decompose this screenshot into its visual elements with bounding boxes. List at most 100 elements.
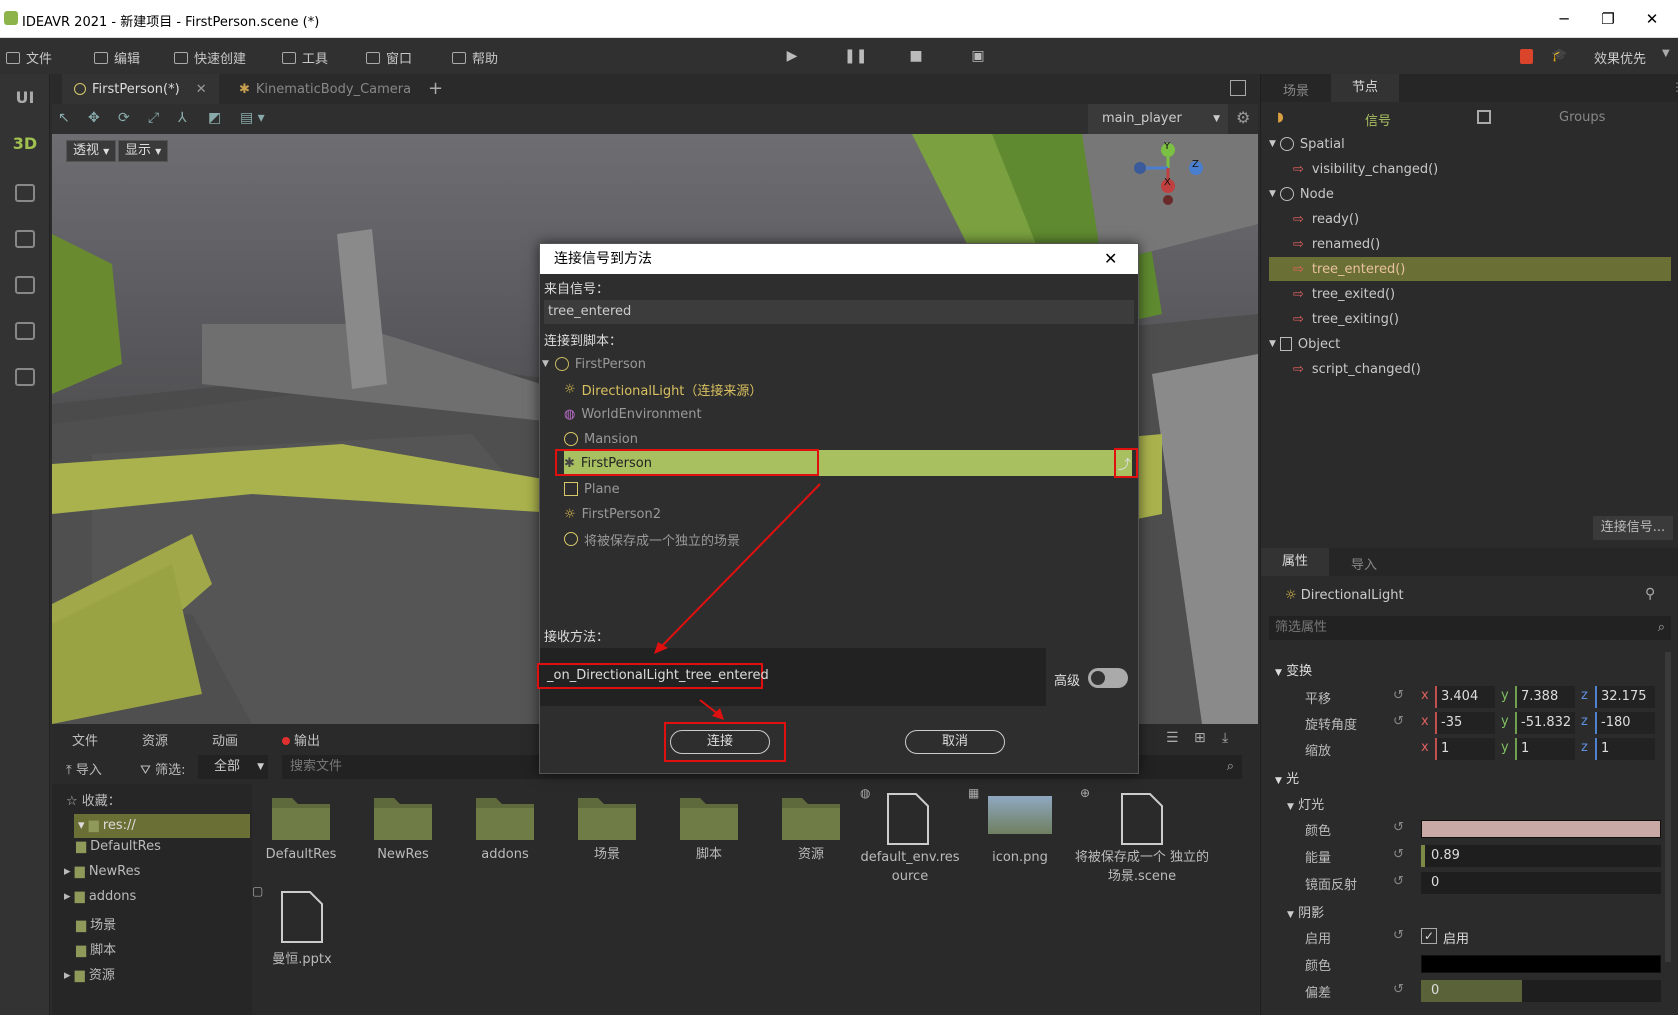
- snap-icon[interactable]: ◩: [208, 110, 221, 126]
- local-space-icon[interactable]: ⅄: [178, 110, 187, 126]
- section-transform[interactable]: ▼ 变换: [1275, 660, 1312, 679]
- scale-y[interactable]: 1: [1515, 738, 1575, 760]
- signal-renamed[interactable]: ⇨ renamed(): [1293, 232, 1678, 256]
- import-icon[interactable]: [15, 368, 35, 386]
- restore-button[interactable]: ❐: [1596, 8, 1620, 30]
- tree-node-firstperson2[interactable]: ☼ FirstPerson2: [564, 502, 1124, 526]
- tab-firstperson[interactable]: FirstPerson(*) ✕: [62, 74, 219, 104]
- tab-import[interactable]: 导入: [1351, 554, 1377, 573]
- import-button[interactable]: ⤒ 导入: [66, 759, 102, 778]
- close-window-button[interactable]: ✕: [1640, 8, 1664, 30]
- light-color-swatch[interactable]: [1421, 820, 1661, 838]
- play-icon[interactable]: ▶: [782, 46, 802, 66]
- connect-signal-button[interactable]: 连接信号...: [1593, 516, 1673, 540]
- filter-properties-input[interactable]: 筛选属性 ⌕: [1269, 616, 1671, 640]
- pause-icon[interactable]: ❚❚: [844, 46, 867, 66]
- method-name-input[interactable]: _on_DirectionalLight_tree_entered: [537, 663, 769, 689]
- tab-scene[interactable]: 场景: [1283, 80, 1309, 99]
- tree-node-root[interactable]: ▼ FirstPerson: [542, 352, 1102, 376]
- tree-node-world-environment[interactable]: ◍ WorldEnvironment: [564, 402, 1124, 426]
- reset-icon[interactable]: ↺: [1393, 847, 1404, 862]
- graduation-icon[interactable]: 🎓: [1551, 48, 1567, 63]
- tree-item-addons[interactable]: ▸ ▆ addons: [64, 889, 136, 904]
- menu-window[interactable]: 窗口: [366, 48, 412, 67]
- scale-x[interactable]: 1: [1435, 738, 1495, 760]
- path-icon[interactable]: [15, 184, 35, 202]
- tree-item-assets[interactable]: ▸ ▆ 资源: [64, 964, 115, 983]
- inspector-scrollbar[interactable]: [1665, 652, 1671, 962]
- class-object[interactable]: ▼ Object: [1269, 332, 1678, 356]
- more-icon[interactable]: ⋮: [1671, 80, 1678, 94]
- menu-tools[interactable]: 工具: [282, 48, 328, 67]
- menu-file[interactable]: 文件: [6, 48, 52, 67]
- download-icon[interactable]: ⤓: [1222, 730, 1228, 746]
- tree-item-scenes[interactable]: ▆ 场景: [76, 914, 116, 933]
- node-options-icon[interactable]: ⚲: [1645, 586, 1655, 602]
- view-menu-icon[interactable]: ▤ ▾: [240, 110, 265, 126]
- tab-properties[interactable]: 属性: [1261, 548, 1329, 576]
- signal-ready[interactable]: ⇨ ready(): [1293, 207, 1678, 231]
- tab-resources[interactable]: 资源: [142, 730, 168, 749]
- mode-ui[interactable]: UI: [0, 88, 50, 107]
- menu-help[interactable]: 帮助: [452, 48, 498, 67]
- filter-select[interactable]: 全部 ▼: [198, 755, 268, 779]
- tab-node[interactable]: 节点: [1331, 74, 1399, 102]
- file-item[interactable]: DefaultRes: [266, 790, 351, 864]
- specular-slider[interactable]: 0: [1421, 872, 1661, 894]
- signal-script-changed[interactable]: ⇨ script_changed(): [1293, 357, 1678, 381]
- mode-3d[interactable]: 3D: [0, 134, 50, 153]
- translation-x[interactable]: 3.404: [1435, 686, 1495, 708]
- shadow-enable-checkbox[interactable]: ✓: [1421, 928, 1437, 944]
- reset-icon[interactable]: ↺: [1393, 928, 1404, 943]
- close-tab-icon[interactable]: ✕: [196, 82, 207, 97]
- dialog-close-icon[interactable]: ✕: [1104, 249, 1117, 268]
- tab-output[interactable]: 输出: [282, 730, 320, 749]
- grid-view-icon[interactable]: ⊞: [1194, 730, 1206, 746]
- signal-tree-entered[interactable]: ⇨ tree_entered(): [1269, 257, 1671, 281]
- file-item[interactable]: NewRes: [372, 790, 453, 864]
- store-icon[interactable]: [15, 230, 35, 248]
- perspective-button[interactable]: 透视 ▼: [66, 140, 117, 162]
- tree-node-directional-light[interactable]: ☼ DirectionalLight（连接来源）: [564, 377, 1124, 401]
- performance-mode[interactable]: 效果优先: [1594, 48, 1646, 67]
- tree-node-plane[interactable]: Plane: [564, 477, 1124, 501]
- file-item[interactable]: addons: [474, 790, 555, 864]
- signal-visibility-changed[interactable]: ⇨ visibility_changed(): [1293, 157, 1678, 181]
- settings-box-icon[interactable]: [15, 276, 35, 294]
- advanced-toggle[interactable]: [1088, 668, 1128, 688]
- menu-edit[interactable]: 编辑: [94, 48, 140, 67]
- tree-item-defaultres[interactable]: ▆ DefaultRes: [76, 839, 161, 854]
- tree-node-saved-scene[interactable]: 将被保存成一个独立的场景: [564, 527, 1124, 551]
- file-item[interactable]: 场景: [576, 790, 657, 864]
- reset-icon[interactable]: ↺: [1393, 874, 1404, 889]
- shadow-color-swatch[interactable]: [1421, 955, 1661, 973]
- gear-icon[interactable]: ⚙: [1236, 108, 1250, 127]
- stop-icon[interactable]: ■: [906, 46, 926, 66]
- fullscreen-icon[interactable]: [1230, 80, 1246, 96]
- shadow-bias-slider[interactable]: 0: [1421, 980, 1661, 1002]
- display-button[interactable]: 显示 ▼: [118, 140, 169, 162]
- rotation-y[interactable]: -51.832: [1515, 712, 1575, 734]
- file-item[interactable]: 资源: [780, 790, 861, 864]
- play-scene-icon[interactable]: ▣: [968, 46, 988, 66]
- move-tool-icon[interactable]: ✥: [88, 110, 100, 126]
- tab-files[interactable]: 文件: [72, 730, 98, 749]
- scale-tool-icon[interactable]: ⤢: [148, 110, 159, 126]
- section-light[interactable]: ▼ 光: [1275, 768, 1299, 787]
- select-tool-icon[interactable]: ↖: [58, 110, 70, 126]
- reset-icon[interactable]: ↺: [1393, 688, 1404, 703]
- file-item[interactable]: 脚本: [678, 790, 759, 864]
- tree-node-firstperson[interactable]: ✱ FirstPerson: [564, 451, 1124, 475]
- rotation-z[interactable]: -180: [1595, 712, 1655, 734]
- chevron-down-icon[interactable]: ▼: [1662, 48, 1670, 59]
- orientation-gizmo[interactable]: Y Z X: [1128, 138, 1218, 218]
- translation-y[interactable]: 7.388: [1515, 686, 1575, 708]
- tab-kinematic-camera[interactable]: ✱ KinematicBody_Camera: [227, 74, 423, 104]
- html5-icon[interactable]: [1520, 49, 1533, 64]
- subsection-shadow[interactable]: ▼ 阴影: [1287, 902, 1324, 921]
- group-icon[interactable]: [1477, 110, 1491, 124]
- menu-quick-create[interactable]: 快速创建: [174, 48, 246, 67]
- rotation-x[interactable]: -35: [1435, 712, 1495, 734]
- tab-groups[interactable]: Groups: [1559, 110, 1605, 125]
- rotate-tool-icon[interactable]: ⟳: [118, 110, 130, 126]
